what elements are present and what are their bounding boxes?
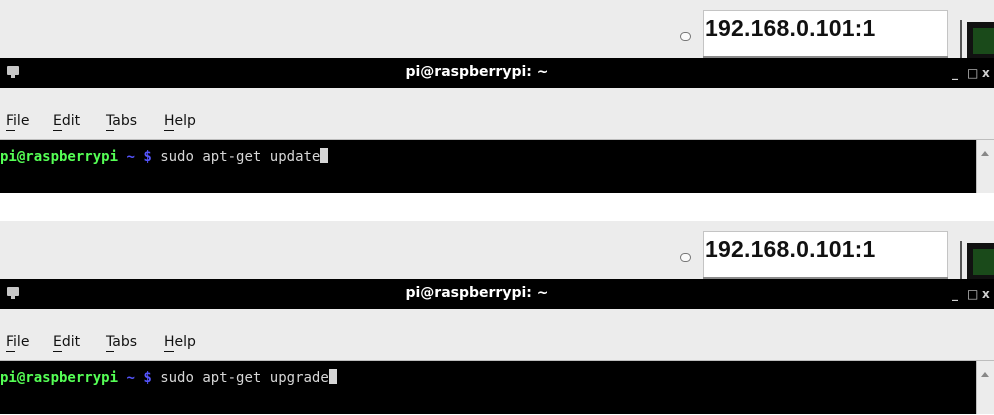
prompt-symbol: $ xyxy=(143,370,152,386)
window-title: pi@raspberrypi: ~ xyxy=(405,64,549,80)
menu-help[interactable]: Help xyxy=(164,112,196,130)
text-cursor xyxy=(328,369,337,384)
mnemonic-underline xyxy=(106,351,114,352)
mnemonic-underline xyxy=(106,130,114,131)
menu-file[interactable]: File xyxy=(6,333,29,351)
status-circle-icon xyxy=(680,32,691,41)
close-button[interactable]: x xyxy=(982,287,990,301)
scroll-up-arrow-icon[interactable] xyxy=(981,151,989,156)
typed-command: sudo apt-get upgrade xyxy=(160,370,329,386)
mnemonic-underline xyxy=(6,130,15,131)
menu-edit[interactable]: Edit xyxy=(53,112,80,130)
menubar xyxy=(0,88,994,140)
scroll-up-arrow-icon[interactable] xyxy=(981,372,989,377)
maximize-button[interactable]: □ xyxy=(967,287,978,301)
address-text: 192.168.0.101:1 xyxy=(705,15,876,41)
address-text: 192.168.0.101:1 xyxy=(705,236,876,262)
mnemonic-underline xyxy=(53,130,62,131)
menu-tabs[interactable]: Tabs xyxy=(106,333,137,351)
screenshot-panel-2: 192.168.0.101:1 pi@raspberrypi: ~ _ □ x … xyxy=(0,221,994,415)
prompt-user-host: pi@raspberrypi xyxy=(0,149,119,165)
menu-edit[interactable]: Edit xyxy=(53,333,80,351)
maximize-button[interactable]: □ xyxy=(967,66,978,80)
prompt-symbol: $ xyxy=(143,149,152,165)
command-line: pi@raspberrypi ~ $ sudo apt-get update xyxy=(0,148,329,166)
typed-command: sudo apt-get update xyxy=(160,149,321,165)
toolbar-separator xyxy=(960,241,962,279)
status-circle-icon xyxy=(680,253,691,262)
mnemonic-underline xyxy=(53,351,62,352)
prompt-user-host: pi@raspberrypi xyxy=(0,370,119,386)
window-title: pi@raspberrypi: ~ xyxy=(405,285,549,301)
menu-tabs[interactable]: Tabs xyxy=(106,112,137,130)
prompt-dir: ~ xyxy=(126,149,135,165)
mnemonic-underline xyxy=(6,351,15,352)
prompt-dir: ~ xyxy=(126,370,135,386)
menu-help[interactable]: Help xyxy=(164,333,196,351)
toolbar-separator xyxy=(960,20,962,58)
menu-file[interactable]: File xyxy=(6,112,29,130)
close-button[interactable]: x xyxy=(982,66,990,80)
vnc-connect-button[interactable] xyxy=(967,22,994,58)
terminal-scrollbar[interactable] xyxy=(976,361,994,414)
menubar xyxy=(0,309,994,361)
mnemonic-underline xyxy=(164,130,174,131)
text-cursor xyxy=(320,148,329,163)
terminal-scrollbar[interactable] xyxy=(976,140,994,193)
vnc-connect-button[interactable] xyxy=(967,243,994,279)
screenshot-panel-1: 192.168.0.101:1 pi@raspberrypi: ~ _ □ x … xyxy=(0,0,994,193)
minimize-button[interactable]: _ xyxy=(952,66,958,80)
minimize-button[interactable]: _ xyxy=(952,287,958,301)
command-line: pi@raspberrypi ~ $ sudo apt-get upgrade xyxy=(0,369,337,387)
mnemonic-underline xyxy=(164,351,174,352)
